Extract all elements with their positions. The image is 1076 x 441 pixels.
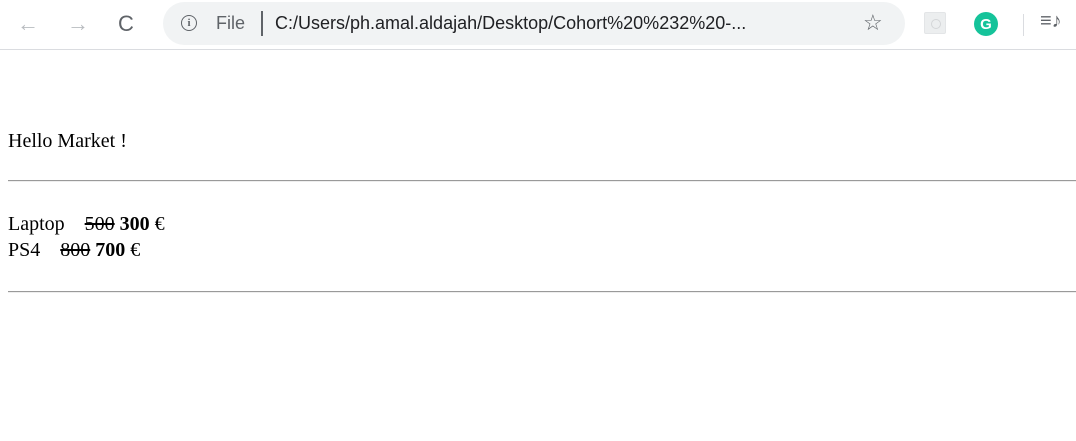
forward-button[interactable]: → <box>60 7 96 41</box>
address-bar[interactable]: i File C:/Users/ph.amal.aldajah/Desktop/… <box>163 2 905 45</box>
greeting-text: Hello Market ! <box>8 130 127 152</box>
new-price: 700 <box>95 239 126 261</box>
old-price: 500 <box>84 213 115 235</box>
back-button[interactable]: ← <box>10 7 46 41</box>
forward-arrow-icon: → <box>67 11 89 36</box>
scheme-label: File <box>216 13 246 33</box>
product-name: PS4 <box>8 239 41 261</box>
grammarly-icon[interactable]: G <box>974 12 998 36</box>
reload-button[interactable]: C <box>108 7 144 41</box>
media-control-icon[interactable]: ≡♪ <box>1040 10 1062 33</box>
toolbar-divider <box>1023 14 1024 36</box>
grammarly-letter: G <box>980 15 992 33</box>
extension-icon[interactable] <box>924 12 946 34</box>
info-icon[interactable]: i <box>181 15 197 31</box>
bookmark-star-icon[interactable]: ☆ <box>863 10 883 36</box>
currency-symbol: € <box>130 239 141 261</box>
reload-icon: C <box>118 11 134 36</box>
extension-inner-mark <box>931 19 941 29</box>
product-list: Laptop 500 300 € PS4 800 700 € <box>8 211 165 263</box>
old-price: 800 <box>60 239 91 261</box>
back-arrow-icon: ← <box>17 11 39 36</box>
product-row-laptop: Laptop 500 300 € <box>8 211 165 237</box>
product-name: Laptop <box>8 213 65 235</box>
product-row-ps4: PS4 800 700 € <box>8 237 165 263</box>
horizontal-rule-top <box>8 180 1076 182</box>
horizontal-rule-bottom <box>8 291 1076 293</box>
scheme-separator <box>261 11 263 36</box>
currency-symbol: € <box>154 213 165 235</box>
browser-toolbar: ← → C i File C:/Users/ph.amal.aldajah/De… <box>0 0 1076 50</box>
new-price: 300 <box>119 213 150 235</box>
url-text[interactable]: C:/Users/ph.amal.aldajah/Desktop/Cohort%… <box>275 13 746 34</box>
